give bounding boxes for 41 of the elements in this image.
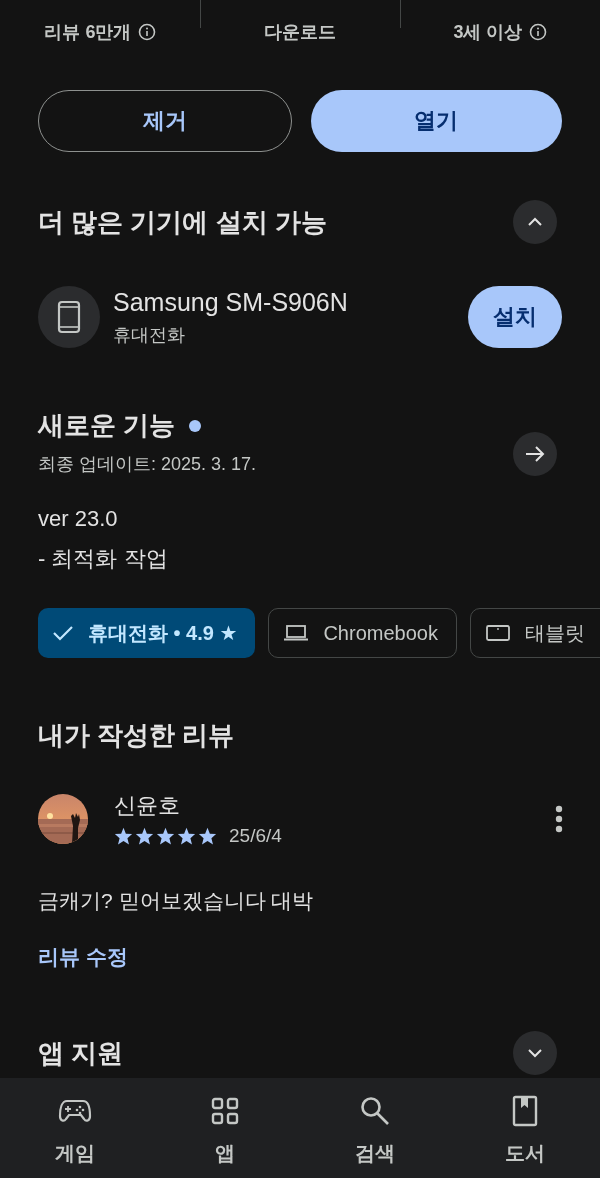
device-type: 휴대전화 (113, 323, 186, 347)
open-button[interactable]: 열기 (310, 90, 562, 152)
section-title: 새로운 기능 (38, 409, 176, 442)
reviewer-name: 신윤호 (114, 792, 181, 820)
nav-tab[interactable]: 앱 (150, 1094, 300, 1178)
tablet-icon (484, 624, 511, 642)
info-icon[interactable] (137, 23, 156, 41)
more-options-icon[interactable] (554, 805, 564, 833)
star-icon (198, 827, 217, 845)
release-note: ver 23.0 (38, 506, 119, 532)
star-icon (156, 827, 175, 845)
arrow-button[interactable] (513, 432, 557, 476)
star-icon (135, 827, 154, 845)
search-icon (359, 1095, 391, 1127)
check-icon (52, 624, 74, 642)
nav-tab[interactable]: 게임 (0, 1094, 150, 1178)
update-date: 최종 업데이트: 2025. 3. 17. (38, 453, 257, 476)
stat-label: 다운로드 (264, 21, 336, 44)
section-title: 내가 작성한 리뷰 (37, 719, 236, 752)
apps-grid-icon (211, 1097, 239, 1125)
stat-label: 3세 이상 (453, 21, 523, 44)
section-title: 더 많은 기기에 설치 가능 (38, 205, 327, 239)
device-name: Samsung SM-S906N (113, 287, 349, 317)
laptop-icon (283, 624, 310, 642)
review-date: 25/6/4 (229, 825, 282, 847)
nav-tab[interactable]: 도서 (450, 1094, 600, 1178)
section-title: 앱 지원 (38, 1036, 124, 1070)
install-button[interactable]: 설치 (468, 286, 562, 348)
gamepad-icon (58, 1098, 92, 1124)
review-text: 금캐기? 믿어보겠습니다 대박 (37, 888, 315, 914)
edit-review-link[interactable]: 리뷰 수정 (38, 943, 128, 971)
stat-label: 리뷰 6만개 (44, 21, 132, 44)
nav-tab[interactable]: 검색 (300, 1094, 450, 1178)
star-icon (177, 827, 196, 845)
device-filter-chip[interactable]: 태블릿 (469, 608, 600, 658)
device-filter-chip[interactable]: Chromebook (268, 608, 457, 658)
info-icon[interactable] (528, 23, 547, 41)
bookmark-book-icon (512, 1095, 538, 1127)
star-icon (114, 827, 133, 845)
release-note: - 최적화 작업 (38, 545, 169, 573)
device-filter-chip[interactable]: 휴대전화 • 4.9 ★ (38, 608, 256, 658)
